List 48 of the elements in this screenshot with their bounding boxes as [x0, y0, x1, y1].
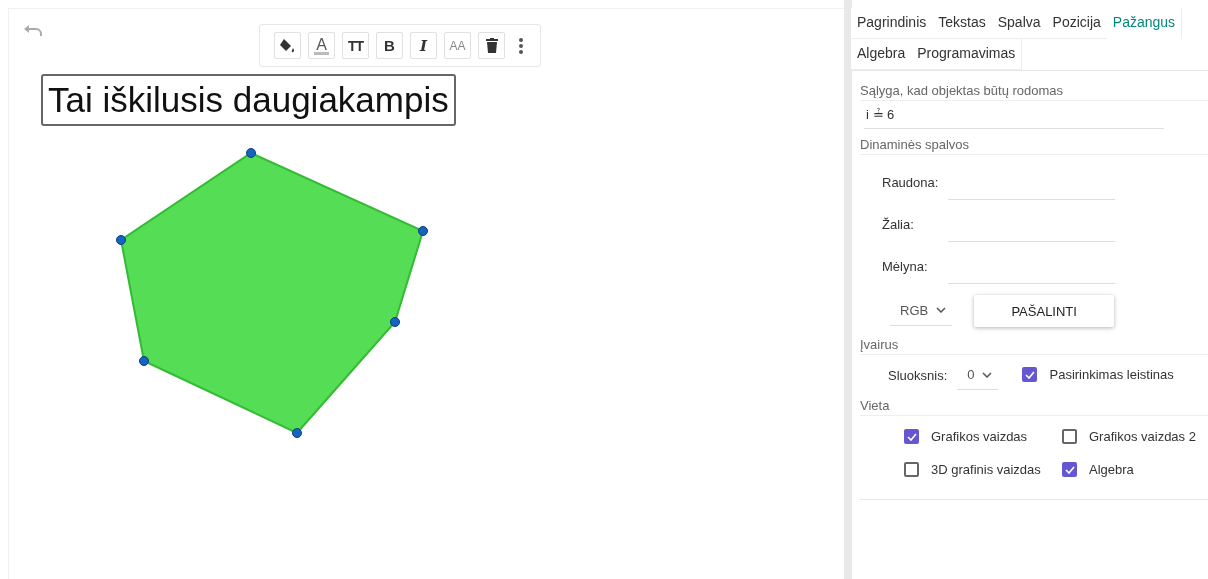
- section-label: Sąlyga, kad objektas būtų rodomas: [860, 83, 1208, 101]
- chevron-down-icon: [936, 307, 947, 313]
- vertex-point[interactable]: [390, 317, 400, 327]
- layer-dropdown[interactable]: 0: [957, 361, 999, 390]
- paint-bucket-icon: [279, 38, 296, 53]
- vertex-point[interactable]: [116, 235, 126, 245]
- trash-icon: [485, 38, 498, 53]
- checkbox-label: Algebra: [1089, 462, 1134, 477]
- vertex-point[interactable]: [246, 148, 256, 158]
- delete-button[interactable]: [478, 32, 505, 59]
- checkbox[interactable]: [1062, 429, 1077, 444]
- text-size-button[interactable]: TT: [342, 32, 369, 59]
- section-label: Vieta: [860, 398, 1208, 416]
- italic-button[interactable]: I: [410, 32, 437, 59]
- tab[interactable]: Pozicija: [1046, 8, 1108, 39]
- text-color-button[interactable]: A: [308, 32, 335, 59]
- bold-button[interactable]: B: [376, 32, 403, 59]
- color-mode-dropdown[interactable]: RGB: [890, 296, 953, 326]
- text-label[interactable]: Tai iškilusis daugiakampis: [41, 74, 456, 126]
- checkbox-label: Pasirinkimas leistinas: [1049, 367, 1174, 382]
- checkbox[interactable]: [1062, 462, 1077, 477]
- tab[interactable]: Spalva: [991, 8, 1048, 39]
- font-size-button[interactable]: AA: [444, 32, 471, 59]
- condition-field[interactable]: i ≟ 6: [864, 105, 1164, 129]
- chevron-down-icon: [982, 371, 993, 378]
- more-icon: [519, 37, 523, 54]
- fill-button[interactable]: [274, 32, 301, 59]
- section-label: Įvairus: [860, 337, 1208, 355]
- tab[interactable]: Pagrindinis: [851, 8, 934, 39]
- checkbox-label: 3D grafinis vaizdas: [931, 462, 1041, 477]
- tab[interactable]: Tekstas: [932, 8, 993, 39]
- checkbox[interactable]: [904, 462, 919, 477]
- remove-button[interactable]: PAŠALINTI: [974, 295, 1115, 327]
- tab[interactable]: Algebra: [851, 39, 913, 70]
- vertex-point[interactable]: [139, 356, 149, 366]
- checkbox[interactable]: [1022, 367, 1038, 382]
- section-label: Dinaminės spalvos: [860, 137, 1208, 155]
- field-label: Mėlyna:: [882, 258, 929, 274]
- field-label: Sluoksnis:: [888, 368, 948, 383]
- tab[interactable]: Programavimas: [911, 39, 1023, 70]
- field-label: Žalia:: [882, 216, 915, 232]
- checkbox[interactable]: [904, 429, 919, 444]
- tab[interactable]: Pažangus: [1106, 8, 1183, 39]
- vertex-point[interactable]: [292, 428, 302, 438]
- checkbox-label: Grafikos vaizdas 2: [1089, 429, 1196, 444]
- vertex-point[interactable]: [418, 226, 428, 236]
- field-label: Raudona:: [882, 174, 940, 190]
- checkbox-label: Grafikos vaizdas: [931, 429, 1028, 444]
